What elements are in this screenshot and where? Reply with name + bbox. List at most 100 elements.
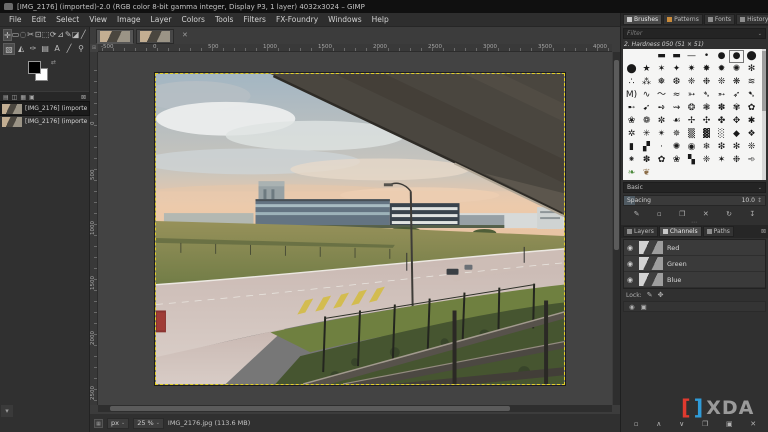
menu-item[interactable]: Image xyxy=(112,15,146,24)
brush-action-button[interactable]: ↧ xyxy=(749,210,755,218)
brush-item[interactable]: ✦ xyxy=(669,63,684,76)
channel-action-button[interactable]: ∨ xyxy=(679,420,684,428)
brush-item[interactable]: ➶ xyxy=(729,89,744,102)
channel-action-button[interactable]: ∧ xyxy=(656,420,661,428)
spacing-slider[interactable]: Spacing 10.0 ↕ xyxy=(623,195,766,206)
brush-item[interactable]: ✹ xyxy=(714,63,729,76)
brush-item[interactable]: ❇ xyxy=(714,141,729,154)
brush-item[interactable]: ✾ xyxy=(729,102,744,115)
swap-colors-icon[interactable]: ⇄ xyxy=(51,59,56,66)
brush-item[interactable]: ◆ xyxy=(729,128,744,141)
tool-button[interactable]: ✑ xyxy=(27,43,39,55)
brush-item[interactable]: ⬤ xyxy=(624,63,639,76)
visibility-eye-icon[interactable]: ◉ xyxy=(627,260,635,268)
brush-item[interactable]: ❦ xyxy=(639,167,654,180)
visibility-eye-icon[interactable]: ◉ xyxy=(627,276,635,284)
horizontal-scrollbar[interactable] xyxy=(98,405,612,412)
brush-item[interactable]: ❄ xyxy=(699,141,714,154)
brush-item[interactable]: ✻ xyxy=(729,141,744,154)
channel-row-blue[interactable]: ◉ Blue xyxy=(624,272,765,288)
brush-item[interactable]: ≈ xyxy=(669,89,684,102)
channel-action-button[interactable]: ▫ xyxy=(634,420,639,428)
brush-item[interactable]: ▮ xyxy=(624,141,639,154)
tool-button[interactable]: ⊿ xyxy=(57,29,65,41)
menu-item[interactable]: View xyxy=(84,15,112,24)
menu-item[interactable]: Edit xyxy=(27,15,52,24)
brush-item[interactable]: ✲ xyxy=(624,128,639,141)
channel-row-red[interactable]: ◉ Red xyxy=(624,240,765,256)
brush-item[interactable]: ⇝ xyxy=(669,102,684,115)
brush-action-button[interactable]: ❐ xyxy=(679,210,685,218)
brush-item[interactable]: ❂ xyxy=(684,102,699,115)
brush-item[interactable]: ● xyxy=(714,50,729,63)
vertical-ruler[interactable]: 05001000150020002500 xyxy=(90,52,98,405)
zoom-dropdown[interactable]: 25 % ⌄ xyxy=(133,418,164,429)
brush-item[interactable] xyxy=(654,167,669,180)
brush-action-button[interactable]: ✕ xyxy=(703,210,709,218)
brush-item[interactable]: ✷ xyxy=(684,63,699,76)
close-icon[interactable]: ⊠ xyxy=(81,94,86,101)
brush-tag-dropdown[interactable]: Basic ⌄ xyxy=(623,182,766,193)
brush-item[interactable]: ➹ xyxy=(639,102,654,115)
brush-item[interactable]: 〜 xyxy=(654,89,669,102)
spinner-icon[interactable]: ↕ xyxy=(757,197,762,204)
tool-button[interactable]: ⚲ xyxy=(75,43,87,55)
brush-item[interactable]: ❉ xyxy=(729,154,744,167)
brush-item[interactable]: ▓ xyxy=(699,128,714,141)
channel-action-button[interactable]: ✕ xyxy=(750,420,756,428)
tool-button[interactable]: ✎ xyxy=(64,29,72,41)
brush-item[interactable] xyxy=(684,167,699,180)
title-bar[interactable]: [IMG_2176] (imported)-2.0 (RGB color 8-b… xyxy=(0,0,768,13)
brush-action-button[interactable]: ↻ xyxy=(726,210,732,218)
horizontal-ruler[interactable]: -50005001000150020002500300035004000 xyxy=(98,44,612,52)
tool-button[interactable]: ◭ xyxy=(15,43,27,55)
brush-item[interactable]: ❧ xyxy=(624,167,639,180)
brush-item[interactable]: M) xyxy=(624,89,639,102)
image-list-item[interactable]: [IMG_2176] (imported)-1 xyxy=(0,115,89,128)
ruler-corner-button[interactable]: ⊞ xyxy=(90,44,98,52)
tool-button[interactable]: ✂ xyxy=(27,29,35,41)
brush-item[interactable]: ✤ xyxy=(714,115,729,128)
brush-item[interactable]: ✱ xyxy=(744,115,759,128)
tool-button[interactable]: ▭ xyxy=(12,29,20,41)
channel-action-button[interactable]: ❐ xyxy=(702,420,708,428)
brush-item[interactable]: ✣ xyxy=(699,115,714,128)
canvas-area[interactable] xyxy=(98,52,612,405)
brush-item[interactable]: ☙ xyxy=(669,115,684,128)
brush-item[interactable] xyxy=(729,167,744,180)
tab-channels[interactable]: Channels xyxy=(659,226,702,237)
brush-item[interactable]: ➴ xyxy=(699,89,714,102)
menu-item[interactable]: Select xyxy=(51,15,84,24)
fg-bg-color-swatches[interactable]: ⇄ xyxy=(26,59,56,85)
close-tab-icon[interactable]: ✕ xyxy=(182,31,188,39)
scrollbar-thumb[interactable] xyxy=(110,406,510,411)
brush-item[interactable]: ✺ xyxy=(729,63,744,76)
tab-paths[interactable]: Paths xyxy=(703,226,734,237)
brush-item[interactable]: ★ xyxy=(639,63,654,76)
brush-item[interactable]: ✢ xyxy=(684,115,699,128)
tool-button[interactable]: ⊡ xyxy=(34,29,42,41)
tool-button[interactable]: ▤ xyxy=(39,43,51,55)
brush-item[interactable]: ⁂ xyxy=(639,76,654,89)
brush-item[interactable]: ∿ xyxy=(639,89,654,102)
brush-item[interactable]: ◉ xyxy=(684,141,699,154)
scrollbar-thumb[interactable] xyxy=(614,60,619,250)
tab-fonts[interactable]: Fonts xyxy=(704,14,735,25)
tab-brushes[interactable]: Brushes xyxy=(623,14,662,25)
brush-item[interactable]: ❈ xyxy=(699,154,714,167)
brush-item[interactable]: ✥ xyxy=(729,115,744,128)
brush-item[interactable]: ▬ xyxy=(654,50,669,63)
brush-item[interactable]: ❈ xyxy=(684,76,699,89)
brush-item[interactable]: ✳ xyxy=(639,128,654,141)
brush-item[interactable] xyxy=(699,167,714,180)
tool-button[interactable]: ╱ xyxy=(79,29,87,41)
brush-item[interactable] xyxy=(639,50,654,63)
menu-item[interactable]: FX-Foundry xyxy=(271,15,323,24)
vertical-scrollbar[interactable] xyxy=(613,52,620,405)
channel-row-green[interactable]: ◉ Green xyxy=(624,256,765,272)
tool-button[interactable]: ╱ xyxy=(63,43,75,55)
image-tab[interactable] xyxy=(96,29,134,44)
brush-item[interactable]: ➳ xyxy=(684,89,699,102)
dock-handle-icon[interactable]: ▾ xyxy=(1,405,13,417)
brush-item[interactable]: ░ xyxy=(714,128,729,141)
